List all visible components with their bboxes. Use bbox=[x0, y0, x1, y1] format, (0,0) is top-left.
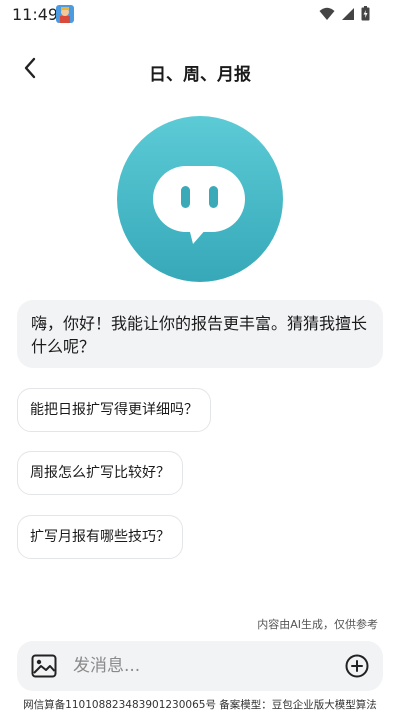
status-icons bbox=[319, 6, 370, 25]
add-attachment-button[interactable] bbox=[345, 654, 369, 678]
chat-bubble-face-icon bbox=[117, 116, 283, 282]
status-time: 11:49 bbox=[12, 5, 59, 24]
bot-avatar bbox=[117, 116, 283, 282]
screen: 11:49 日、周、月报 嗨，你好！我能让你的报告更丰富。猜猜我擅长什么呢？ 能… bbox=[0, 0, 400, 711]
wifi-icon bbox=[319, 6, 335, 25]
image-upload-button[interactable] bbox=[31, 654, 57, 678]
plus-circle-icon bbox=[345, 654, 369, 678]
battery-icon bbox=[361, 6, 370, 25]
message-input-bar bbox=[17, 641, 383, 691]
suggestion-chip-monthly[interactable]: 扩写月报有哪些技巧？ bbox=[17, 515, 183, 559]
filing-notice: 网信算备110108823483901230065号 备案模型：豆包企业版大模型… bbox=[23, 699, 377, 711]
title-bar: 日、周、月报 bbox=[0, 48, 400, 92]
app-notification-icon bbox=[56, 5, 74, 23]
message-input[interactable] bbox=[73, 650, 333, 682]
image-icon bbox=[31, 654, 57, 678]
status-bar: 11:49 bbox=[0, 0, 400, 28]
signal-icon bbox=[341, 6, 355, 25]
page-title: 日、周、月报 bbox=[149, 65, 251, 85]
suggestion-chip-daily[interactable]: 能把日报扩写得更详细吗？ bbox=[17, 388, 211, 432]
suggestion-chip-weekly[interactable]: 周报怎么扩写比较好？ bbox=[17, 451, 183, 495]
ai-disclaimer: 内容由AI生成，仅供参考 bbox=[257, 618, 378, 631]
greeting-message: 嗨，你好！我能让你的报告更丰富。猜猜我擅长什么呢？ bbox=[17, 300, 383, 368]
